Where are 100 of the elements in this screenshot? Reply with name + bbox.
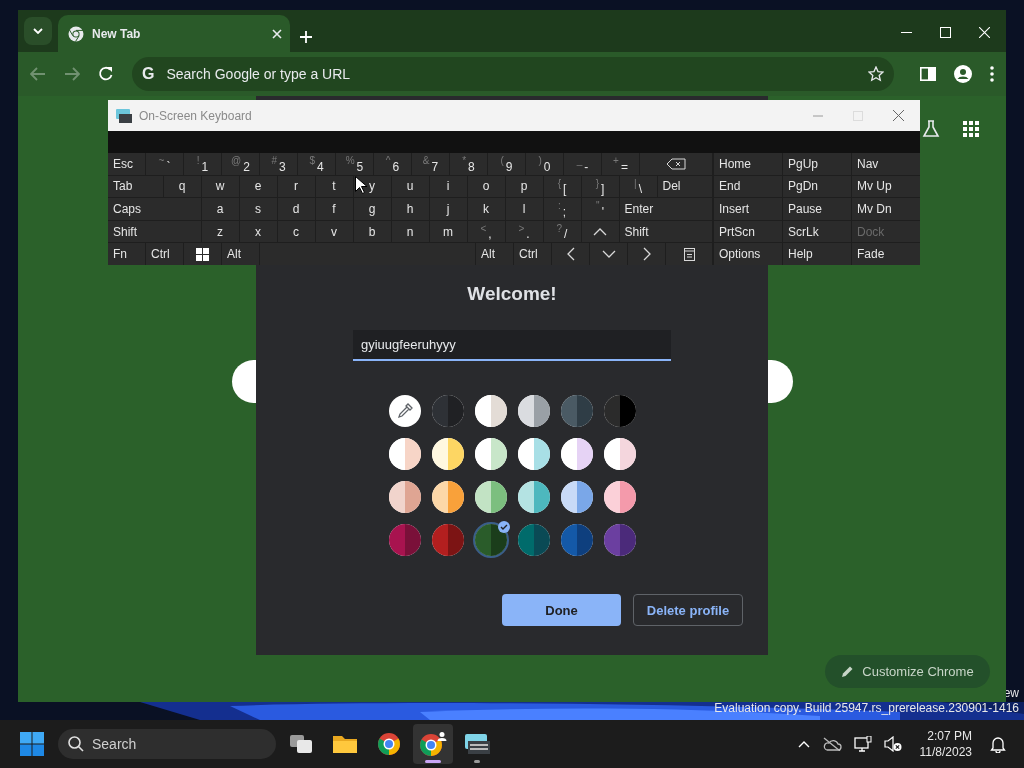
key[interactable] <box>666 243 712 265</box>
key[interactable]: $ 4 <box>298 153 335 175</box>
cloud-off-icon-button[interactable] <box>821 737 842 751</box>
color-swatch[interactable] <box>560 524 593 556</box>
key[interactable]: o <box>467 175 505 198</box>
color-swatch[interactable] <box>431 395 464 427</box>
key[interactable]: _ - <box>564 153 601 175</box>
color-swatch[interactable] <box>603 395 636 427</box>
taskbar-app[interactable] <box>413 724 453 764</box>
key[interactable]: w <box>201 175 239 198</box>
key[interactable]: n <box>391 220 429 243</box>
key[interactable]: | \ <box>619 175 657 198</box>
key[interactable]: Options <box>714 243 782 265</box>
profile-button[interactable] <box>954 65 972 83</box>
key[interactable]: t <box>315 175 353 198</box>
color-swatch[interactable] <box>603 524 636 556</box>
key[interactable]: l <box>505 198 543 220</box>
key[interactable]: PrtScn <box>714 220 782 243</box>
bookmark-button[interactable] <box>868 66 884 82</box>
key[interactable]: Tab <box>108 175 163 198</box>
clock[interactable]: 2:07 PM 11/8/2023 <box>913 727 978 761</box>
key[interactable]: a <box>201 198 239 220</box>
color-swatch[interactable] <box>388 438 421 470</box>
color-swatch[interactable] <box>388 524 421 556</box>
key[interactable]: Ctrl <box>514 243 551 265</box>
name-field[interactable]: gyiuugfeeruhyyy <box>353 330 671 361</box>
key[interactable]: > . <box>505 220 543 243</box>
side-panel-button[interactable] <box>920 67 936 81</box>
key[interactable]: x <box>239 220 277 243</box>
color-swatch[interactable] <box>474 481 507 513</box>
key[interactable] <box>184 243 221 265</box>
color-swatch[interactable] <box>560 481 593 513</box>
browser-tab[interactable]: New Tab <box>58 15 290 52</box>
key[interactable]: i <box>429 175 467 198</box>
key[interactable]: Ctrl <box>146 243 183 265</box>
key[interactable]: Mv Dn <box>852 198 920 220</box>
key[interactable]: h <box>391 198 429 220</box>
key[interactable]: { [ <box>543 175 581 198</box>
key[interactable]: Del <box>657 175 712 198</box>
key[interactable]: Home <box>714 153 782 175</box>
color-picker-button[interactable] <box>388 395 421 427</box>
key[interactable]: PgDn <box>783 175 851 198</box>
key[interactable]: Shift <box>108 220 201 243</box>
address-bar[interactable]: G Search Google or type a URL <box>132 57 894 91</box>
search-field[interactable]: Search <box>58 729 276 759</box>
key[interactable]: k <box>467 198 505 220</box>
key[interactable]: ScrLk <box>783 220 851 243</box>
menu-button[interactable] <box>990 66 994 82</box>
key[interactable]: ^ 6 <box>374 153 411 175</box>
key[interactable]: Alt <box>222 243 259 265</box>
new-tab-button[interactable] <box>300 31 312 43</box>
key[interactable]: % 5 <box>336 153 373 175</box>
close-tab-button[interactable] <box>272 28 282 39</box>
color-swatch[interactable] <box>474 524 507 556</box>
delete-profile-button[interactable]: Delete profile <box>633 594 743 626</box>
done-button[interactable]: Done <box>502 594 621 626</box>
key[interactable]: Insert <box>714 198 782 220</box>
key[interactable]: s <box>239 198 277 220</box>
key[interactable]: v <box>315 220 353 243</box>
key[interactable]: q <box>163 175 201 198</box>
key[interactable]: ~ ` <box>146 153 183 175</box>
key[interactable]: Caps <box>108 198 201 220</box>
color-swatch[interactable] <box>517 481 550 513</box>
key[interactable]: Alt <box>476 243 513 265</box>
key[interactable]: ) 0 <box>526 153 563 175</box>
reload-button[interactable] <box>98 66 114 82</box>
key[interactable]: & 7 <box>412 153 449 175</box>
color-swatch[interactable] <box>517 438 550 470</box>
color-swatch[interactable] <box>603 438 636 470</box>
key[interactable]: Pause <box>783 198 851 220</box>
key[interactable]: " ' <box>581 198 619 220</box>
apps-button[interactable] <box>963 121 979 137</box>
key[interactable]: e <box>239 175 277 198</box>
key[interactable]: f <box>315 198 353 220</box>
color-swatch[interactable] <box>431 481 464 513</box>
notifications-button[interactable] <box>990 735 1006 753</box>
start-button[interactable] <box>20 732 44 756</box>
key[interactable]: r <box>277 175 315 198</box>
key[interactable]: PgUp <box>783 153 851 175</box>
color-swatch[interactable] <box>431 524 464 556</box>
key[interactable]: } ] <box>581 175 619 198</box>
key[interactable]: p <box>505 175 543 198</box>
color-swatch[interactable] <box>603 481 636 513</box>
color-swatch[interactable] <box>431 438 464 470</box>
labs-button[interactable] <box>922 120 940 138</box>
key[interactable]: Fn <box>108 243 145 265</box>
network-button[interactable] <box>853 736 872 752</box>
key[interactable]: Shift <box>619 220 712 243</box>
color-swatch[interactable] <box>474 438 507 470</box>
key[interactable]: < , <box>467 220 505 243</box>
color-swatch[interactable] <box>560 395 593 427</box>
color-swatch[interactable] <box>517 395 550 427</box>
key[interactable]: End <box>714 175 782 198</box>
color-swatch[interactable] <box>517 524 550 556</box>
key[interactable]: Fade <box>852 243 920 265</box>
key[interactable]: d <box>277 198 315 220</box>
key[interactable]: Enter <box>619 198 712 220</box>
tab-search-button[interactable] <box>24 17 52 45</box>
volume-button[interactable] <box>883 736 902 752</box>
key[interactable]: ? / <box>543 220 581 243</box>
